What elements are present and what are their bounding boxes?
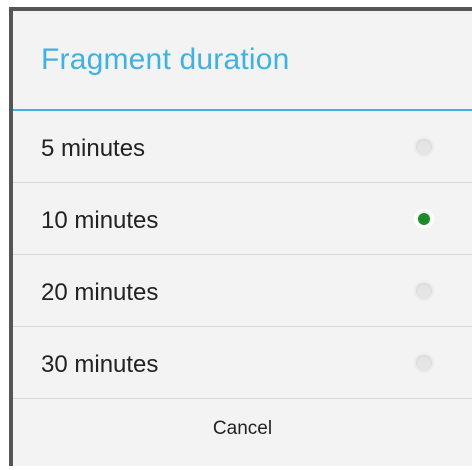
option-30-minutes[interactable]: 30 minutes: [13, 327, 472, 399]
cancel-button[interactable]: Cancel: [197, 412, 288, 446]
option-label: 20 minutes: [41, 279, 159, 306]
option-label: 5 minutes: [41, 135, 146, 162]
option-10-minutes[interactable]: 10 minutes: [13, 183, 472, 255]
fragment-duration-dialog: Fragment duration 5 minutes 10 minutes 2…: [9, 7, 472, 466]
duration-options-list: 5 minutes 10 minutes 20 minutes 30 minut…: [13, 111, 472, 399]
dialog-actions: Cancel: [13, 399, 472, 470]
option-label: 10 minutes: [41, 207, 159, 234]
screen: Fragment duration 5 minutes 10 minutes 2…: [0, 0, 472, 466]
dialog-title: Fragment duration: [41, 43, 290, 76]
radio-button-selected[interactable]: [414, 209, 434, 229]
radio-button-unselected[interactable]: [414, 281, 434, 301]
option-label: 30 minutes: [41, 351, 159, 378]
option-5-minutes[interactable]: 5 minutes: [13, 111, 472, 183]
dialog-header: Fragment duration: [13, 11, 472, 111]
option-20-minutes[interactable]: 20 minutes: [13, 255, 472, 327]
radio-button-unselected[interactable]: [414, 137, 434, 157]
radio-button-unselected[interactable]: [414, 353, 434, 373]
